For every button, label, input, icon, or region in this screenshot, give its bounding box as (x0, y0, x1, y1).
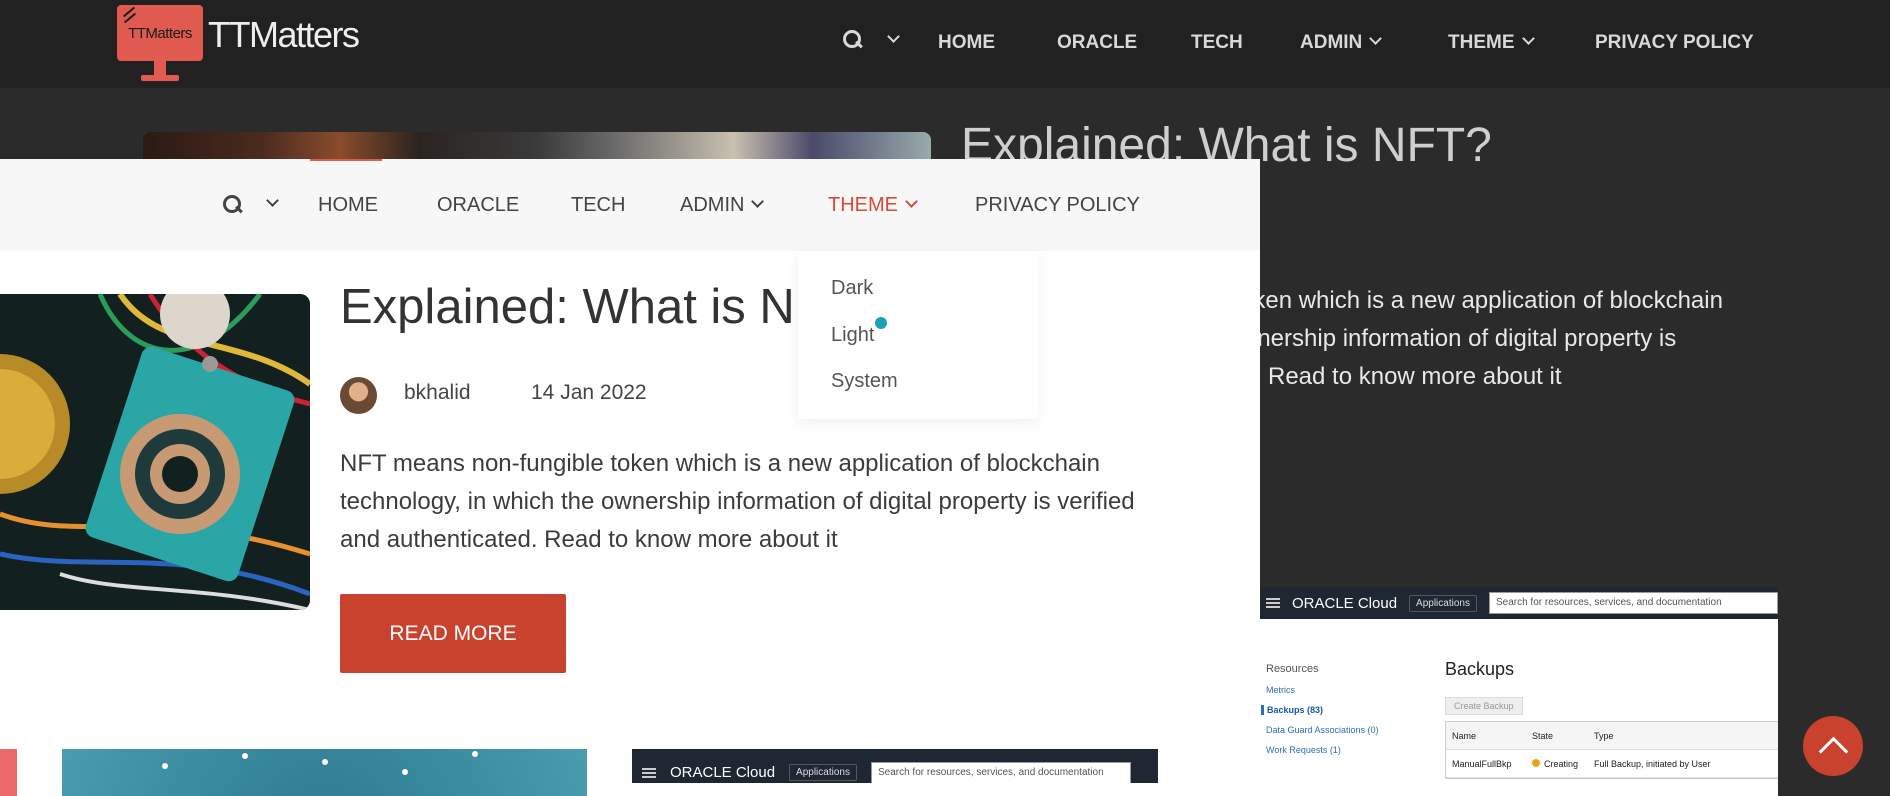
oracle-apps: Applications (1409, 594, 1477, 612)
theme-option-dark[interactable]: Dark (831, 277, 873, 300)
nav-theme-label: THEME (1448, 32, 1515, 53)
nft-coin-image (0, 294, 310, 610)
nav-admin[interactable]: ADMIN (680, 194, 765, 217)
oracle-link-active: Backups (83) (1261, 705, 1379, 715)
author-avatar[interactable] (340, 377, 377, 414)
oracle-table: Name State Type ManualFullBkp Creating F… (1445, 721, 1778, 779)
bg-post-image[interactable] (143, 132, 931, 162)
chevron-down-icon (1369, 32, 1383, 45)
oracle-link: Data Guard Associations (0) (1266, 725, 1379, 735)
nav-oracle[interactable]: ORACLE (437, 194, 519, 217)
post-image[interactable] (0, 294, 310, 610)
theme-option-system[interactable]: System (831, 370, 898, 393)
chevron-down-icon (905, 195, 918, 208)
light-page-overlay: HOME ORACLE TECH ADMIN THEME PRIVACY POL… (0, 159, 1260, 796)
nav-accent-line (310, 159, 382, 161)
oracle-cell-state: Creating (1526, 758, 1588, 769)
oracle-main: Backups Create Backup Name State Type Ma… (1445, 659, 1778, 779)
logo-icon[interactable]: TTMatters (117, 5, 203, 81)
oracle-col: State (1532, 730, 1554, 741)
oracle-col: Type (1594, 730, 1614, 741)
oracle-brand: ORACLE Cloud (1292, 594, 1398, 612)
logo-screen: TTMatters (117, 5, 203, 61)
bg-excerpt-line: oken which is a new application of block… (1240, 287, 1723, 314)
oracle-search: Search for resources, services, and docu… (1488, 592, 1778, 614)
oracle-sidebar: Resources Metrics Backups (83) Data Guar… (1261, 663, 1379, 765)
theme-option-light[interactable]: Light (831, 324, 874, 347)
nav-admin-label: ADMIN (1300, 32, 1363, 53)
nav-oracle[interactable]: ORACLE (1057, 32, 1137, 54)
oracle-link: Work Requests (1) (1266, 745, 1341, 755)
oracle-cell: Full Backup, initiated by User (1594, 758, 1711, 769)
post-title[interactable]: Explained: What is NFT (340, 279, 855, 335)
nav-privacy[interactable]: PRIVACY POLICY (975, 194, 1140, 217)
logo-text: TTMatters (128, 24, 192, 42)
oracle-col: Name (1452, 730, 1477, 741)
search-chevron-down-icon[interactable] (259, 193, 279, 216)
post-thumbnail[interactable] (0, 749, 17, 796)
bg-excerpt-line: wnership information of digital property… (1240, 325, 1677, 352)
oracle-brand: ORACLE Cloud (670, 764, 776, 781)
post-date: 14 Jan 2022 (531, 381, 647, 404)
oracle-cell: ManualFullBkp (1452, 758, 1512, 769)
oracle-link: Metrics (1266, 685, 1295, 695)
oracle-create-button: Create Backup (1445, 697, 1523, 715)
oracle-resources: Resources (1266, 663, 1319, 675)
bg-excerpt: oken which is a new application of block… (1240, 282, 1723, 396)
search-chevron-down-icon[interactable] (880, 30, 900, 52)
nav-theme-label: THEME (828, 194, 898, 216)
dark-header: TTMatters TTMatters HOME ORACLE TECH ADM… (0, 0, 1890, 88)
cursor-indicator (875, 317, 887, 329)
light-nav: HOME ORACLE TECH ADMIN THEME PRIVACY POL… (0, 159, 1260, 251)
nav-privacy[interactable]: PRIVACY POLICY (1595, 32, 1754, 54)
nav-tech[interactable]: TECH (571, 194, 625, 217)
read-more-button[interactable]: READ MORE (340, 594, 566, 673)
oracle-apps: Applications (789, 764, 857, 781)
bg-excerpt-line: Read to know more about it (1268, 363, 1562, 390)
oracle-heading: Backups (1445, 659, 1515, 679)
chevron-down-icon (751, 195, 765, 208)
chevron-down-icon (1521, 32, 1535, 45)
nav-home[interactable]: HOME (318, 194, 378, 217)
oracle-search: Search for resources, services, and docu… (870, 761, 1131, 784)
search-icon[interactable] (223, 195, 242, 220)
nav-admin[interactable]: ADMIN (1300, 32, 1383, 54)
scroll-to-top-button[interactable] (1803, 716, 1863, 776)
hamburger-icon (642, 767, 656, 778)
brand-name[interactable]: TTMatters (208, 14, 360, 56)
nav-tech[interactable]: TECH (1191, 32, 1243, 54)
theme-dropdown: Dark Light System (798, 251, 1038, 419)
nav-theme[interactable]: THEME (828, 194, 918, 217)
nav-home[interactable]: HOME (938, 32, 995, 54)
hamburger-icon (1266, 598, 1280, 608)
oracle-screenshot-thumbnail[interactable]: ORACLE Cloud Applications Search for res… (1260, 587, 1778, 796)
post-thumbnail-oracle[interactable]: ORACLE Cloud Applications Search for res… (632, 749, 1158, 796)
post-author[interactable]: bkhalid (404, 381, 471, 405)
post-thumbnail[interactable] (62, 749, 587, 796)
post-excerpt: NFT means non-fungible token which is a … (340, 450, 1135, 553)
nav-theme[interactable]: THEME (1448, 32, 1535, 54)
search-icon[interactable] (843, 30, 862, 55)
nav-admin-label: ADMIN (680, 194, 745, 216)
oracle-topbar: ORACLE Cloud Applications Search for res… (1260, 587, 1778, 619)
